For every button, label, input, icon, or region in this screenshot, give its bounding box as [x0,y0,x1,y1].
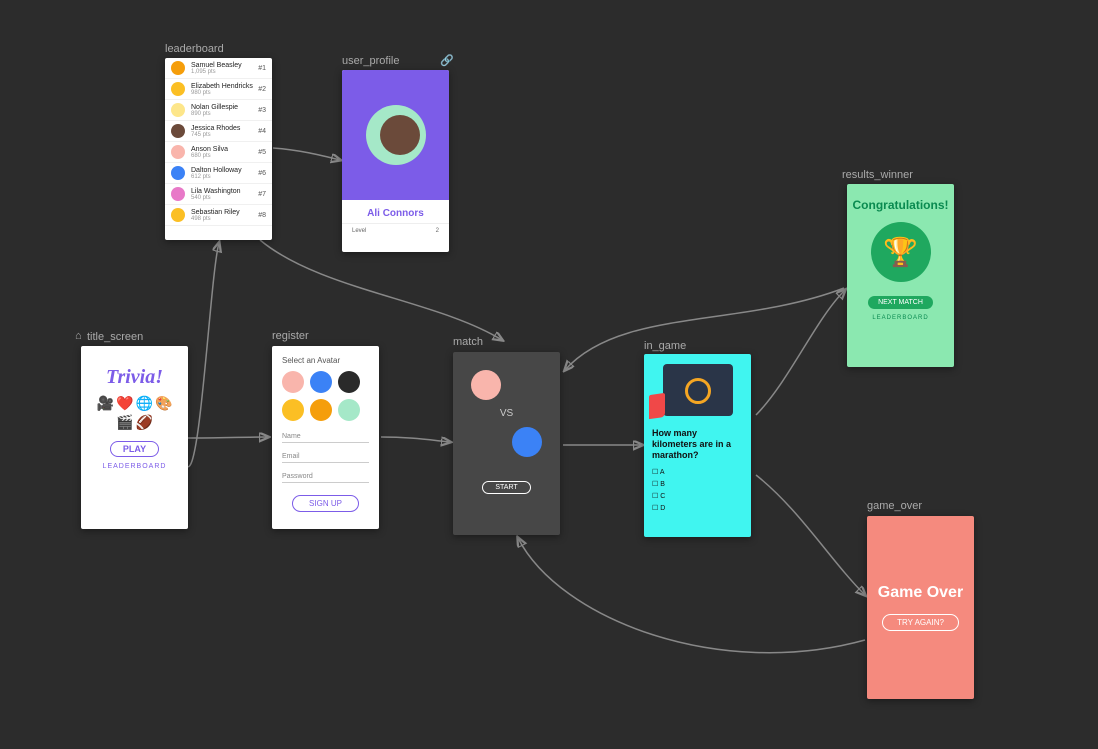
leaderboard-row[interactable]: Nolan Gillespie890 pts#3 [165,100,272,121]
profile-stats: Level2 [342,223,449,238]
leaderboard-row[interactable]: Lila Washington540 pts#7 [165,184,272,205]
avatar-option[interactable] [338,371,360,393]
leaderboard-link[interactable]: LEADERBOARD [872,315,928,321]
in-game-card[interactable]: How many kilometers are in a marathon? A… [644,354,751,537]
congrats-title: Congratulations! [853,198,949,212]
leaderboard-row[interactable]: Jessica Rhodes745 pts#4 [165,121,272,142]
film-icon: 🎥 [97,395,114,412]
results-winner-card[interactable]: Congratulations! NEXT MATCH LEADERBOARD [847,184,954,367]
node-label-title-screen: title_screen [87,331,143,343]
profile-name: Ali Connors [342,200,449,223]
player1-avatar [471,370,501,400]
trophy-icon [871,222,931,282]
leaderboard-row[interactable]: Elizabeth Hendricks980 pts#2 [165,79,272,100]
try-again-button[interactable]: TRY AGAIN? [882,614,959,631]
vs-text: VS [500,408,513,419]
home-icon: ⌂ [75,330,82,342]
option-a[interactable]: A [652,468,743,476]
leaderboard-row[interactable]: Samuel Beasley1,095 pts#1 [165,58,272,79]
avatar-option[interactable] [282,399,304,421]
play-button[interactable]: PLAY [110,441,159,457]
node-label-leaderboard: leaderboard [165,43,224,55]
password-field[interactable]: Password [282,473,369,483]
heart-icon: ❤️ [116,395,133,412]
question-text: How many kilometers are in a marathon? [652,428,743,460]
email-field[interactable]: Email [282,453,369,463]
name-field[interactable]: Name [282,433,369,443]
clapper-icon: 🎬 [116,414,133,431]
leaderboard-row[interactable]: Dalton Holloway612 pts#6 [165,163,272,184]
title-screen-card[interactable]: Trivia! 🎥❤️🌐 🎨 🎬🏈 PLAY LEADERBOARD [81,346,188,529]
link-icon[interactable]: 🔗 [440,54,454,67]
game-over-card[interactable]: Game Over TRY AGAIN? [867,516,974,699]
avatar-grid [282,371,369,421]
title-icons: 🎥❤️🌐 🎨 🎬🏈 [89,395,181,431]
profile-header [342,70,449,200]
node-label-user-profile: user_profile [342,55,399,67]
app-title: Trivia! [106,366,163,389]
question-image [663,364,733,416]
signup-button[interactable]: SIGN UP [292,495,359,512]
leaderboard-row[interactable]: Sebastian Riley498 pts#8 [165,205,272,226]
leaderboard-link[interactable]: LEADERBOARD [103,463,167,470]
start-button[interactable]: START [482,481,530,494]
option-b[interactable]: B [652,480,743,488]
register-title: Select an Avatar [282,356,369,365]
art-icon: 🎨 [155,395,172,412]
node-label-game-over: game_over [867,500,922,512]
avatar-option[interactable] [310,399,332,421]
globe-icon: 🌐 [136,395,153,412]
option-d[interactable]: D [652,504,743,512]
avatar [366,105,426,165]
node-label-match: match [453,336,483,348]
leaderboard-card[interactable]: Samuel Beasley1,095 pts#1Elizabeth Hendr… [165,58,272,240]
node-label-register: register [272,330,309,342]
next-match-button[interactable]: NEXT MATCH [868,296,933,309]
ball-icon: 🏈 [136,414,153,431]
user-profile-card[interactable]: Ali Connors Level2 [342,70,449,252]
option-c[interactable]: C [652,492,743,500]
leaderboard-row[interactable]: Anson Silva680 pts#5 [165,142,272,163]
player2-avatar [512,427,542,457]
avatar-option[interactable] [310,371,332,393]
register-card[interactable]: Select an Avatar Name Email Password SIG… [272,346,379,529]
node-label-results-winner: results_winner [842,169,913,181]
avatar-option[interactable] [338,399,360,421]
game-over-title: Game Over [878,584,963,602]
avatar-option[interactable] [282,371,304,393]
match-card[interactable]: VS START [453,352,560,535]
node-label-in-game: in_game [644,340,686,352]
